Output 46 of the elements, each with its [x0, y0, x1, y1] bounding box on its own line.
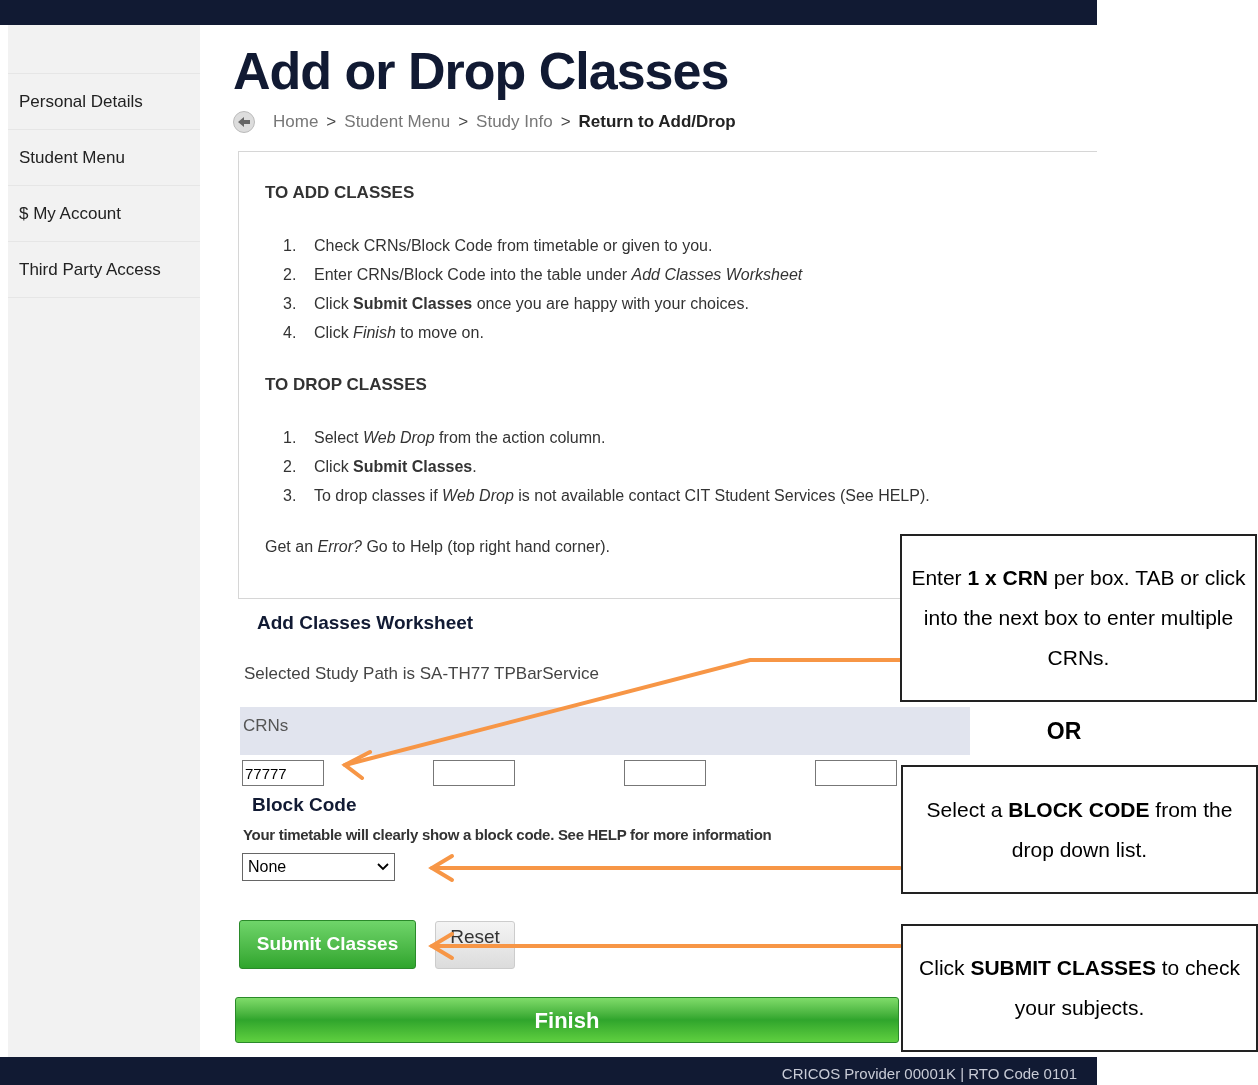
sidebar-link[interactable]: $ My Account: [19, 200, 122, 227]
block-code-heading: Block Code: [252, 793, 357, 817]
crn-label: CRNs: [243, 716, 289, 735]
section-heading: TO ADD CLASSES: [265, 182, 416, 204]
step-text: Select Web Drop from the action column.: [314, 428, 606, 448]
study-path-text: Selected Study Path is SA-TH77 TPBarService: [244, 663, 599, 685]
callout-label: OR: [1045, 717, 1083, 746]
step-text: Enter CRNs/Block Code into the table under Add Classes Worksheet: [314, 265, 803, 285]
callout-text: Click SUBMIT CLASSES to check your subjects.: [918, 955, 1241, 1021]
step-number: 2.: [283, 457, 298, 477]
step-number: 2.: [283, 265, 298, 285]
breadcrumb-link[interactable]: Home: [273, 109, 319, 135]
callout-text: Select a BLOCK CODE from the drop down list.: [925, 796, 1234, 863]
section-heading: TO DROP CLASSES: [265, 374, 428, 396]
breadcrumb-separator: >: [326, 111, 337, 134]
breadcrumb-link[interactable]: Return to Add/Drop: [578, 109, 736, 135]
step-number: 4.: [283, 323, 298, 343]
step-text: Click Submit Classes.: [314, 457, 477, 477]
step-number: 1.: [283, 236, 298, 256]
step-number: 1.: [283, 428, 298, 448]
callout-text: Enter 1 x CRN per box. TAB or click into the next box to enter multiple CRNs.: [910, 565, 1247, 671]
back-icon[interactable]: [233, 111, 255, 133]
footer-text: CRICOS Provider 00001K | RTO Code 0101: [781, 1065, 1077, 1083]
breadcrumb-link[interactable]: Study Info: [476, 109, 553, 135]
block-code-select[interactable]: None: [242, 853, 395, 881]
page-title: Add or Drop Classes: [233, 41, 729, 101]
worksheet-heading: Add Classes Worksheet: [257, 611, 474, 635]
chevron-icon: [377, 863, 389, 871]
breadcrumb-link[interactable]: Student Menu: [344, 109, 451, 135]
step-text: Click Submit Classes once you are happy with your choices.: [314, 294, 749, 314]
sidebar-link[interactable]: Student Menu: [19, 144, 125, 171]
sidebar-link[interactable]: Personal Details: [19, 88, 143, 115]
step-number: 3.: [283, 294, 298, 314]
sidebar-link[interactable]: Third Party Access: [19, 256, 161, 283]
step-text: Click Finish to move on.: [314, 323, 484, 343]
block-code-hint: Your timetable will clearly show a block code. See HELP for more information: [243, 825, 772, 845]
breadcrumb-separator: >: [560, 111, 571, 134]
help-note: Get an Error? Go to Help (top right hand corner).: [265, 537, 611, 557]
step-text: Check CRNs/Block Code from timetable or given to you.: [314, 236, 713, 256]
step-number: 3.: [283, 486, 298, 506]
breadcrumb-separator: >: [458, 111, 469, 134]
crn-input[interactable]: [433, 760, 515, 786]
crn-input[interactable]: [624, 760, 706, 786]
step-text: To drop classes if Web Drop is not available contact CIT Student Services (See HELP).: [314, 486, 930, 506]
crn-input[interactable]: [815, 760, 897, 786]
crn-input[interactable]: 77777: [242, 760, 324, 786]
